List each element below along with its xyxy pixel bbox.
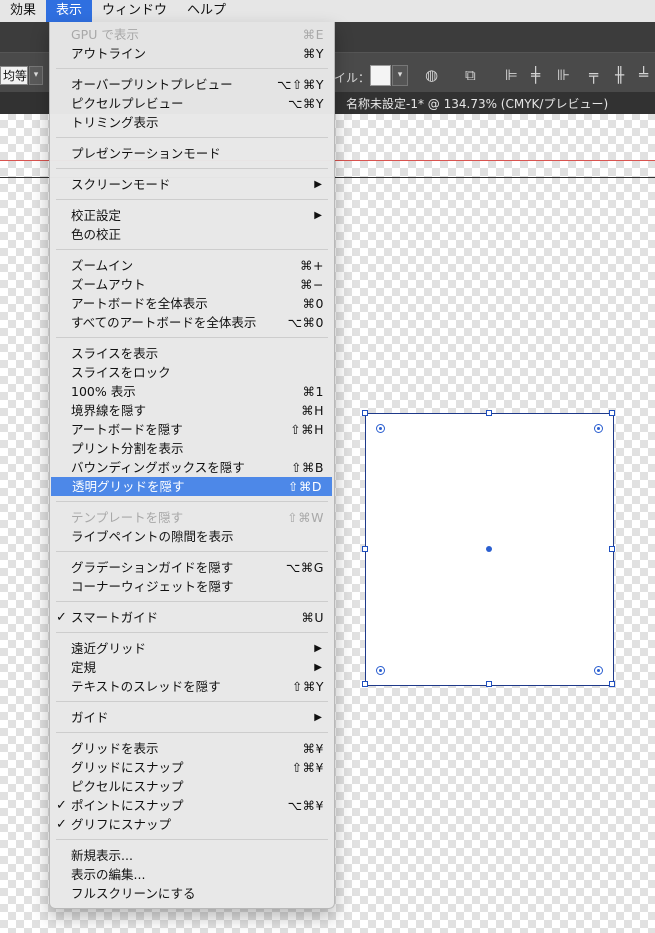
- menu-item-rulers[interactable]: 定規 ▶: [50, 658, 334, 677]
- separator: [56, 199, 328, 200]
- corner-widget-icon[interactable]: [594, 666, 603, 675]
- separator: [56, 601, 328, 602]
- separator: [56, 168, 328, 169]
- view-menu-dropdown: GPU で表示 ⌘E アウトライン ⌘Y オーバープリントプレビュー ⌥⇧⌘Y ピクセ…: [49, 22, 335, 909]
- corner-widget-icon[interactable]: [376, 424, 385, 433]
- menu-item-hide-gradient-annotator[interactable]: グラデーションガイドを隠す ⌥⌘G: [50, 558, 334, 577]
- resize-handle[interactable]: [362, 546, 368, 552]
- menu-item-snap-to-point[interactable]: ✓ ポイントにスナップ ⌥⌘¥: [50, 796, 334, 815]
- menu-item-show-grid[interactable]: グリッドを表示 ⌘¥: [50, 739, 334, 758]
- menu-item-hide-text-threads[interactable]: テキストのスレッドを隠す ⇧⌘Y: [50, 677, 334, 696]
- menu-item-pixel-preview[interactable]: ピクセルプレビュー ⌥⌘Y: [50, 94, 334, 113]
- separator: [56, 551, 328, 552]
- style-swatch[interactable]: [370, 65, 391, 86]
- checkmark-icon: ✓: [56, 610, 67, 625]
- center-point-icon: [486, 546, 492, 552]
- resize-handle[interactable]: [362, 681, 368, 687]
- menu-item-outline[interactable]: アウトライン ⌘Y: [50, 44, 334, 63]
- chevron-down-icon[interactable]: ▾: [29, 66, 43, 85]
- separator: [56, 501, 328, 502]
- checkmark-icon: ✓: [56, 798, 67, 813]
- menu-item-guides[interactable]: ガイド ▶: [50, 708, 334, 727]
- separator: [56, 701, 328, 702]
- menu-item-actual-size[interactable]: 100% 表示 ⌘1: [50, 382, 334, 401]
- menu-item-screen-mode[interactable]: スクリーンモード ▶: [50, 175, 334, 194]
- separator: [56, 68, 328, 69]
- corner-widget-icon[interactable]: [376, 666, 385, 675]
- resize-handle[interactable]: [609, 546, 615, 552]
- menu-item-edit-views[interactable]: 表示の編集...: [50, 865, 334, 884]
- menu-effect[interactable]: 効果: [0, 0, 46, 22]
- submenu-arrow-icon: ▶: [314, 210, 322, 221]
- menu-item-presentation-mode[interactable]: プレゼンテーションモード: [50, 144, 334, 163]
- menu-item-smart-guides[interactable]: ✓ スマートガイド ⌘U: [50, 608, 334, 627]
- menu-bar: 効果 表示 ウィンドウ ヘルプ: [0, 0, 655, 23]
- transform-icon[interactable]: ⧉: [465, 66, 476, 84]
- checkmark-icon: ✓: [56, 817, 67, 832]
- menu-item-show-slices[interactable]: スライスを表示: [50, 344, 334, 363]
- submenu-arrow-icon: ▶: [314, 712, 322, 723]
- menu-item-zoom-in[interactable]: ズームイン ⌘+: [50, 256, 334, 275]
- menu-item-new-view[interactable]: 新規表示...: [50, 846, 334, 865]
- menu-item-full-screen[interactable]: フルスクリーンにする: [50, 884, 334, 903]
- menu-window[interactable]: ウィンドウ: [92, 0, 177, 22]
- menu-item-proof-colors[interactable]: 色の校正: [50, 225, 334, 244]
- submenu-arrow-icon: ▶: [314, 179, 322, 190]
- menu-item-hide-artboards[interactable]: アートボードを隠す ⇧⌘H: [50, 420, 334, 439]
- align-field[interactable]: 均等: [0, 66, 28, 85]
- menu-item-zoom-out[interactable]: ズームアウト ⌘−: [50, 275, 334, 294]
- selected-rectangle[interactable]: [362, 410, 615, 687]
- menu-item-hide-template[interactable]: テンプレートを隠す ⇧⌘W: [50, 508, 334, 527]
- align-bottom-icon[interactable]: ╧: [639, 66, 648, 84]
- separator: [56, 732, 328, 733]
- menu-item-perspective-grid[interactable]: 遠近グリッド ▶: [50, 639, 334, 658]
- separator: [56, 249, 328, 250]
- menu-item-snap-to-glyph[interactable]: ✓ グリフにスナップ: [50, 815, 334, 834]
- menu-item-fit-artboard[interactable]: アートボードを全体表示 ⌘0: [50, 294, 334, 313]
- resize-handle[interactable]: [486, 681, 492, 687]
- align-left-icon[interactable]: ⊫: [505, 66, 518, 84]
- align-center-icon[interactable]: ╪: [531, 66, 540, 84]
- submenu-arrow-icon: ▶: [314, 643, 322, 654]
- menu-item-hide-corner-widget[interactable]: コーナーウィジェットを隠す: [50, 577, 334, 596]
- submenu-arrow-icon: ▶: [314, 662, 322, 673]
- resize-handle[interactable]: [609, 681, 615, 687]
- align-right-icon[interactable]: ⊪: [557, 66, 570, 84]
- menu-item-show-print-tiling[interactable]: プリント分割を表示: [50, 439, 334, 458]
- document-title: 名称未設定-1* @ 134.73% (CMYK/プレビュー): [346, 97, 609, 111]
- separator: [56, 632, 328, 633]
- separator: [56, 337, 328, 338]
- menu-item-fit-all[interactable]: すべてのアートボードを全体表示 ⌥⌘0: [50, 313, 334, 332]
- menu-view[interactable]: 表示: [46, 0, 93, 22]
- menu-item-overprint-preview[interactable]: オーバープリントプレビュー ⌥⇧⌘Y: [50, 75, 334, 94]
- chevron-down-icon[interactable]: ▾: [392, 65, 408, 86]
- align-middle-icon[interactable]: ╫: [615, 66, 624, 84]
- menu-item-trim-view[interactable]: トリミング表示: [50, 113, 334, 132]
- style-label: イル：: [334, 71, 371, 85]
- menu-item-show-live-paint-gaps[interactable]: ライブペイントの隙間を表示: [50, 527, 334, 546]
- menu-item-snap-to-pixel[interactable]: ピクセルにスナップ: [50, 777, 334, 796]
- recolor-icon[interactable]: ◍: [425, 66, 438, 84]
- menu-item-hide-bounding-box[interactable]: バウンディングボックスを隠す ⇧⌘B: [50, 458, 334, 477]
- separator: [56, 839, 328, 840]
- menu-item-lock-slices[interactable]: スライスをロック: [50, 363, 334, 382]
- resize-handle[interactable]: [609, 410, 615, 416]
- menu-item-hide-edges[interactable]: 境界線を隠す ⌘H: [50, 401, 334, 420]
- resize-handle[interactable]: [486, 410, 492, 416]
- menu-item-proof-setup[interactable]: 校正設定 ▶: [50, 206, 334, 225]
- menu-item-hide-transparency-grid[interactable]: 透明グリッドを隠す ⇧⌘D: [51, 477, 332, 496]
- align-top-icon[interactable]: ╤: [589, 66, 598, 84]
- resize-handle[interactable]: [362, 410, 368, 416]
- menu-item-gpu[interactable]: GPU で表示 ⌘E: [50, 25, 334, 44]
- menu-help[interactable]: ヘルプ: [177, 0, 236, 22]
- menu-item-snap-to-grid[interactable]: グリッドにスナップ ⇧⌘¥: [50, 758, 334, 777]
- corner-widget-icon[interactable]: [594, 424, 603, 433]
- separator: [56, 137, 328, 138]
